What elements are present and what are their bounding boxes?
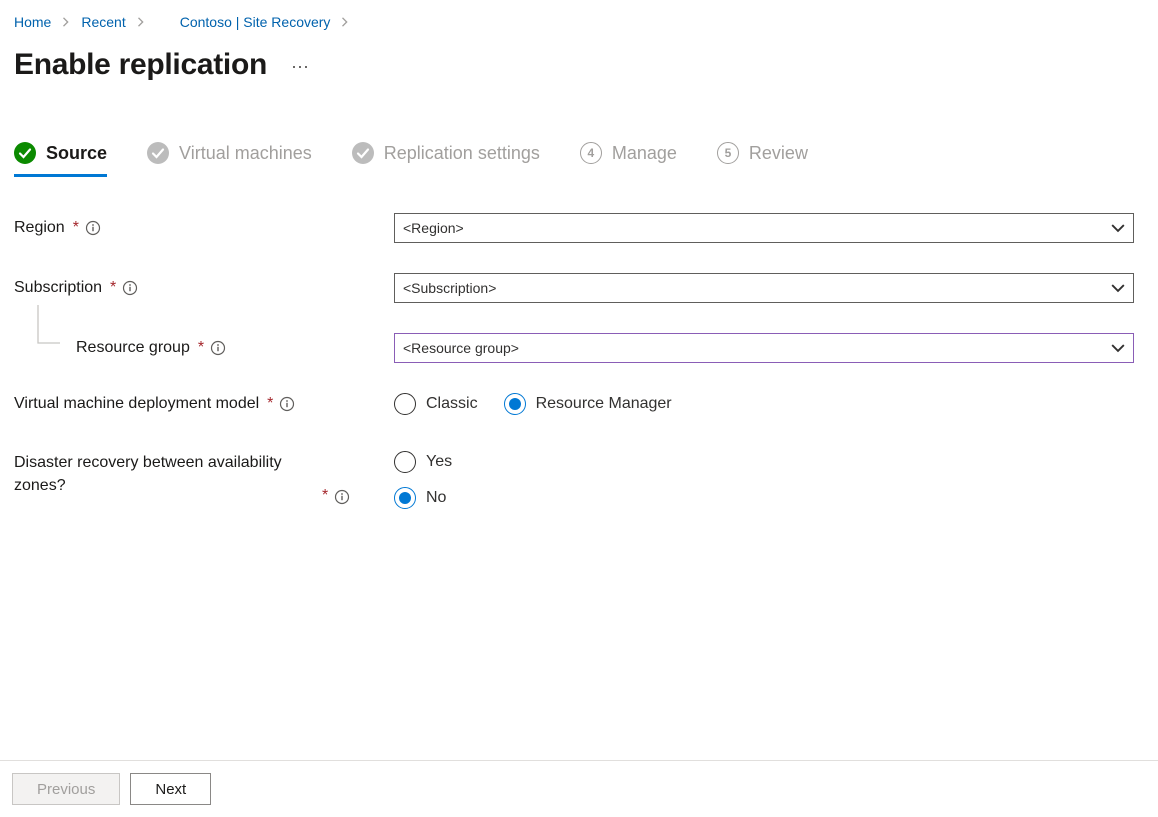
checkmark-icon <box>14 142 36 164</box>
dr-yes-label: Yes <box>426 453 452 471</box>
previous-button: Previous <box>12 773 120 805</box>
indent-bracket-icon <box>36 305 62 352</box>
resource-manager-label: Resource Manager <box>536 395 672 413</box>
breadcrumb-recent[interactable]: Recent <box>81 14 125 30</box>
breadcrumb: Home Recent Contoso | Site Recovery <box>14 14 1144 30</box>
chevron-right-icon <box>340 17 350 27</box>
classic-label: Classic <box>426 395 478 413</box>
tab-source-label: Source <box>46 143 107 164</box>
resource-group-value: <Resource group> <box>403 340 519 356</box>
chevron-down-icon <box>1111 281 1125 295</box>
info-icon[interactable] <box>334 489 350 505</box>
dr-yes-radio[interactable]: Yes <box>394 451 452 473</box>
deployment-model-rm-radio[interactable]: Resource Manager <box>504 393 672 415</box>
required-indicator: * <box>110 279 116 297</box>
breadcrumb-home[interactable]: Home <box>14 14 51 30</box>
tab-manage-label: Manage <box>612 143 677 164</box>
info-icon[interactable] <box>85 220 101 236</box>
required-indicator: * <box>73 219 79 237</box>
tab-review-label: Review <box>749 143 808 164</box>
dr-no-radio[interactable]: No <box>394 487 446 509</box>
tab-replication-settings[interactable]: Replication settings <box>352 142 540 177</box>
resource-group-dropdown[interactable]: <Resource group> <box>394 333 1134 363</box>
deployment-model-label: Virtual machine deployment model <box>14 395 259 413</box>
tab-review[interactable]: 5 Review <box>717 142 808 177</box>
info-icon[interactable] <box>279 396 295 412</box>
tab-virtual-machines[interactable]: Virtual machines <box>147 142 312 177</box>
tab-manage[interactable]: 4 Manage <box>580 142 677 177</box>
radio-icon <box>394 487 416 509</box>
tab-replication-label: Replication settings <box>384 143 540 164</box>
subscription-value: <Subscription> <box>403 280 496 296</box>
required-indicator: * <box>267 395 273 413</box>
radio-icon <box>394 393 416 415</box>
next-button[interactable]: Next <box>130 773 211 805</box>
tab-vms-label: Virtual machines <box>179 143 312 164</box>
radio-icon <box>394 451 416 473</box>
checkmark-icon <box>352 142 374 164</box>
dr-no-label: No <box>426 489 446 507</box>
resource-group-label: Resource group <box>76 339 190 357</box>
wizard-footer: Previous Next <box>0 760 1158 817</box>
page-title: Enable replication <box>14 48 267 82</box>
subscription-dropdown[interactable]: <Subscription> <box>394 273 1134 303</box>
radio-icon <box>504 393 526 415</box>
required-indicator: * <box>322 487 328 505</box>
region-dropdown[interactable]: <Region> <box>394 213 1134 243</box>
required-indicator: * <box>198 339 204 357</box>
chevron-down-icon <box>1111 221 1125 235</box>
chevron-right-icon <box>61 17 71 27</box>
chevron-right-icon <box>136 17 146 27</box>
deployment-model-classic-radio[interactable]: Classic <box>394 393 478 415</box>
more-options-icon[interactable]: ⋯ <box>291 57 311 78</box>
checkmark-icon <box>147 142 169 164</box>
region-value: <Region> <box>403 220 464 236</box>
info-icon[interactable] <box>122 280 138 296</box>
region-label: Region <box>14 219 65 237</box>
breadcrumb-site-recovery[interactable]: Contoso | Site Recovery <box>180 14 331 30</box>
step-number-icon: 4 <box>580 142 602 164</box>
source-form: Region * <Region> Subscription * <box>14 213 1144 509</box>
chevron-down-icon <box>1111 341 1125 355</box>
dr-zones-label: Disaster recovery between availability z… <box>14 451 314 497</box>
tab-source[interactable]: Source <box>14 142 107 177</box>
wizard-tabs: Source Virtual machines Replication sett… <box>14 142 1144 177</box>
step-number-icon: 5 <box>717 142 739 164</box>
info-icon[interactable] <box>210 340 226 356</box>
subscription-label: Subscription <box>14 279 102 297</box>
